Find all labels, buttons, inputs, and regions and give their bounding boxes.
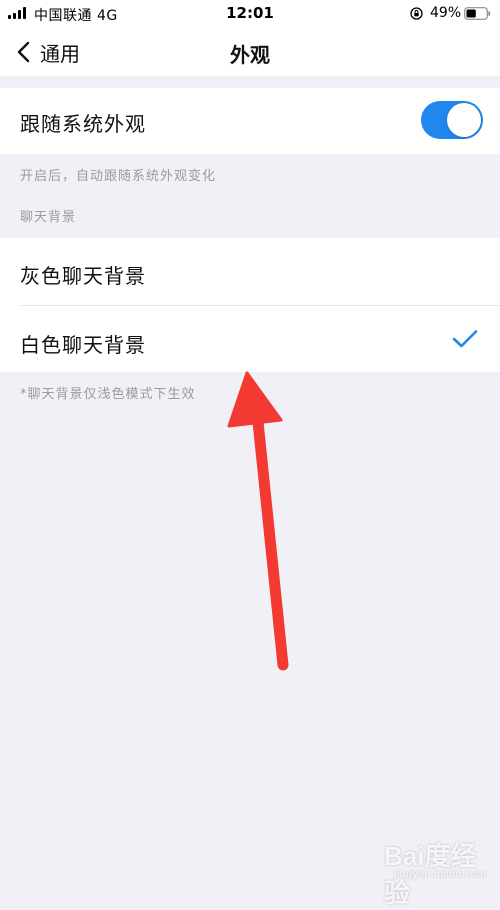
battery-icon — [464, 7, 491, 20]
gray-background-option[interactable]: 灰色聊天背景 — [0, 238, 500, 305]
navigation-bar: 通用 外观 — [0, 28, 500, 76]
watermark-url: jingyan.baidu.com — [394, 869, 487, 880]
checkmark-icon — [452, 330, 478, 348]
toggle-knob — [447, 103, 481, 137]
rotation-lock-icon — [410, 7, 423, 20]
row-divider — [20, 305, 500, 306]
white-background-label: 白色聊天背景 — [20, 333, 146, 357]
follow-system-label: 跟随系统外观 — [20, 112, 146, 136]
chat-background-footer-hint: *聊天背景仅浅色模式下生效 — [20, 387, 196, 402]
status-time: 12:01 — [226, 4, 274, 22]
battery-percentage: 49% — [430, 5, 462, 21]
follow-system-hint: 开启后，自动跟随系统外观变化 — [20, 169, 217, 184]
chat-background-section-header: 聊天背景 — [20, 210, 77, 225]
gray-background-label: 灰色聊天背景 — [20, 264, 146, 288]
status-bar: 中国联通 4G 12:01 49% — [0, 0, 500, 28]
white-background-option[interactable]: 白色聊天背景 — [0, 305, 500, 372]
baidu-jingyan-watermark: Bai度经验 jingyan.baidu.com — [384, 836, 496, 908]
follow-system-toggle[interactable] — [421, 101, 483, 139]
page-title: 外观 — [230, 43, 270, 67]
